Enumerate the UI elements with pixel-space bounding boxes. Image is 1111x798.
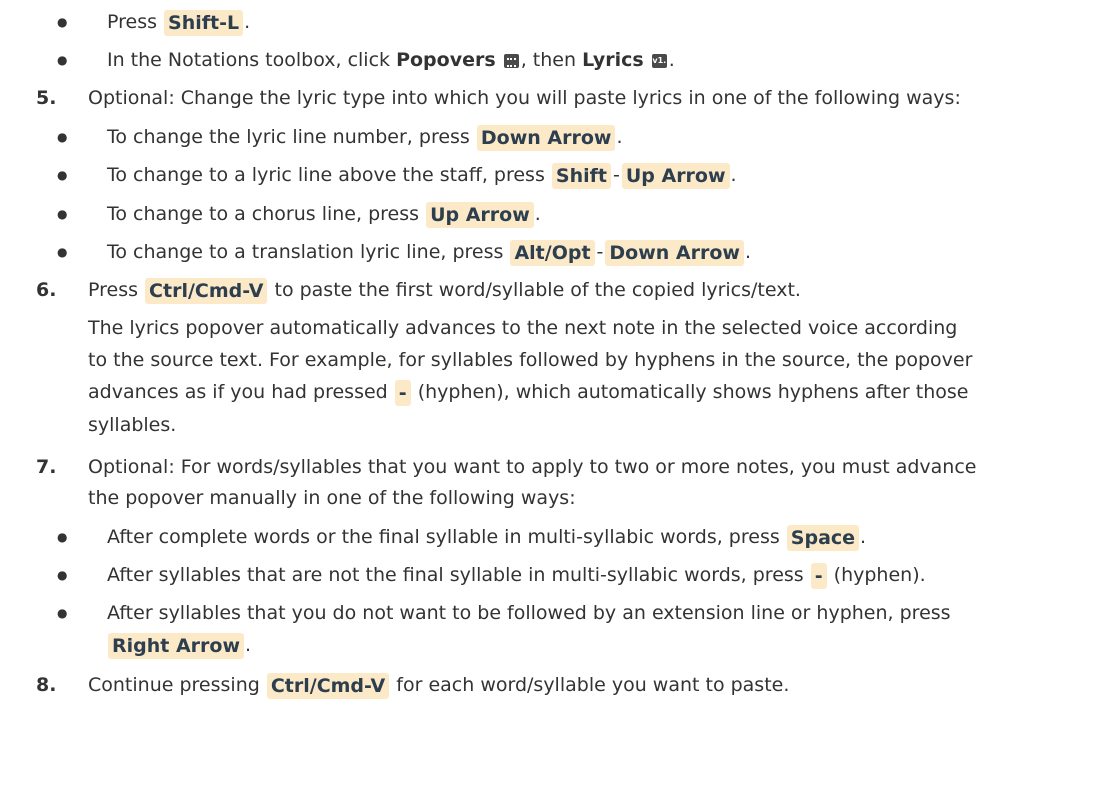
text-run: To change to a chorus line, press [107,203,426,225]
line-text: In the Notations toolbox, click Popovers… [107,41,675,79]
line-text: To change to a lyric line above the staf… [107,156,737,194]
bullet-dot-icon: ● [57,168,68,182]
keyboard-shortcut: Alt/Opt [510,239,595,266]
line-text: After complete words or the final syllab… [107,518,866,556]
line-text: To change to a chorus line, press Up Arr… [107,195,541,233]
step-number: 6. [36,279,57,301]
step-number: 8. [36,674,57,696]
line-text: Continue pressing Ctrl/Cmd-V for each wo… [88,666,789,704]
text-run: . [744,241,752,263]
line-text: Press Ctrl/Cmd-V to paste the first word… [88,271,801,309]
step-item: 6. Press Ctrl/Cmd-V to paste the first wo… [0,271,1111,309]
text-run: . [730,164,737,186]
keyboard-shortcut: Shift-L [164,9,244,36]
line-text: After syllables that are not the final s… [107,556,926,594]
bullet-dot-icon: ● [57,130,68,144]
text-run: Press [107,11,164,33]
text-run: the popover manually in one of the follo… [88,487,576,509]
text-run: Continue pressing [88,674,266,696]
bullet-item: ● To change to a lyric line above the sta… [0,156,1111,194]
keyboard-shortcut: Down Arrow [476,124,616,151]
line-text: To change the lyric line number, press D… [107,118,623,156]
paragraph-line: syllables. [0,406,1111,444]
step-number: 5. [36,87,57,109]
bullet-dot-icon: ● [57,53,68,67]
text-run: syllables. [88,414,177,436]
text-run: To change to a lyric line above the staf… [107,164,551,186]
bullet-item: ● After complete words or the final sylla… [0,518,1111,556]
bullet-item: ● To change to a translation lyric line, … [0,233,1111,271]
bullet-item: ● After syllables that are not the final … [0,556,1111,594]
ui-term: Popovers [396,49,496,71]
key-separator: - [612,164,620,186]
document-body: ● Press Shift-L. ● In the Notations toolbox… [0,0,1111,798]
text-run: to the source text. For example, for syl… [88,349,973,371]
text-run: Press [88,279,145,301]
keyboard-shortcut: Ctrl/Cmd-V [266,672,390,699]
text-run: In the Notations toolbox, click [107,49,397,71]
line-text: To change to a translation lyric line, p… [107,233,751,271]
text-run: . [616,126,623,148]
keyboard-shortcut: Ctrl/Cmd-V [145,277,268,304]
text-run: (hyphen), which automatically shows hyph… [411,381,969,403]
step-item: 8. Continue pressing Ctrl/Cmd-V for each … [0,666,1111,704]
text-run: To change to a translation lyric line, p… [107,241,510,263]
text-run: (hyphen). [827,564,926,586]
line-text: Press Shift-L. [107,3,250,41]
keyboard-shortcut: - [810,562,827,589]
bullet-dot-icon: ● [57,530,68,544]
text-run: for each word/syllable you want to paste… [390,674,790,696]
text-run: advances as if you had pressed [88,381,394,403]
key-separator: - [596,241,604,263]
line-text: syllables. [88,406,176,444]
bullet-continuation: Right Arrow. [0,626,1111,664]
bullet-item: ● Press Shift-L. [0,3,1111,41]
text-run: Optional: For words/syllables that you w… [88,456,977,478]
keyboard-shortcut: Up Arrow [621,162,730,189]
paragraph-line: the popover manually in one of the follo… [0,479,1111,517]
text-run: . [668,49,675,71]
text-run: The lyrics popover automatically advance… [88,317,958,339]
keyboard-shortcut: Shift [551,162,611,189]
keyboard-icon [503,53,519,68]
bullet-dot-icon: ● [57,207,68,221]
bullet-dot-icon: ● [57,568,68,582]
bullet-item: ● In the Notations toolbox, click Popover… [0,41,1111,79]
text-run: to paste the first word/syllable of the … [268,279,801,301]
text-run: After complete words or the final syllab… [107,526,786,548]
text-run: Optional: Change the lyric type into whi… [88,87,961,109]
bullet-item: ● To change the lyric line number, press … [0,118,1111,156]
v1-icon: v1. [651,53,667,68]
text-run: , then [520,49,583,71]
keyboard-shortcut: Up Arrow [426,201,534,228]
ui-term: Lyrics [582,49,644,71]
keyboard-shortcut: Space [786,524,860,551]
bullet-dot-icon: ● [57,245,68,259]
keyboard-shortcut: - [394,379,411,406]
step-item: 5. Optional: Change the lyric type into w… [0,79,1111,117]
text-run: After syllables that are not the final s… [107,564,810,586]
text-run: . [534,203,541,225]
text-run: . [245,634,252,656]
text-run [644,49,650,71]
text-run [496,49,502,71]
text-run: To change the lyric line number, press [107,126,476,148]
keyboard-shortcut: Right Arrow [108,632,245,659]
bullet-item: ● To change to a chorus line, press Up Ar… [0,195,1111,233]
line-text: the popover manually in one of the follo… [88,479,576,517]
line-text: Right Arrow. [107,626,251,664]
keyboard-shortcut: Down Arrow [605,239,744,266]
text-run: . [860,526,867,548]
line-text: Optional: Change the lyric type into whi… [88,79,961,117]
text-run: . [244,11,251,33]
text-run: After syllables that you do not want to … [107,602,951,624]
bullet-dot-icon: ● [57,15,68,29]
